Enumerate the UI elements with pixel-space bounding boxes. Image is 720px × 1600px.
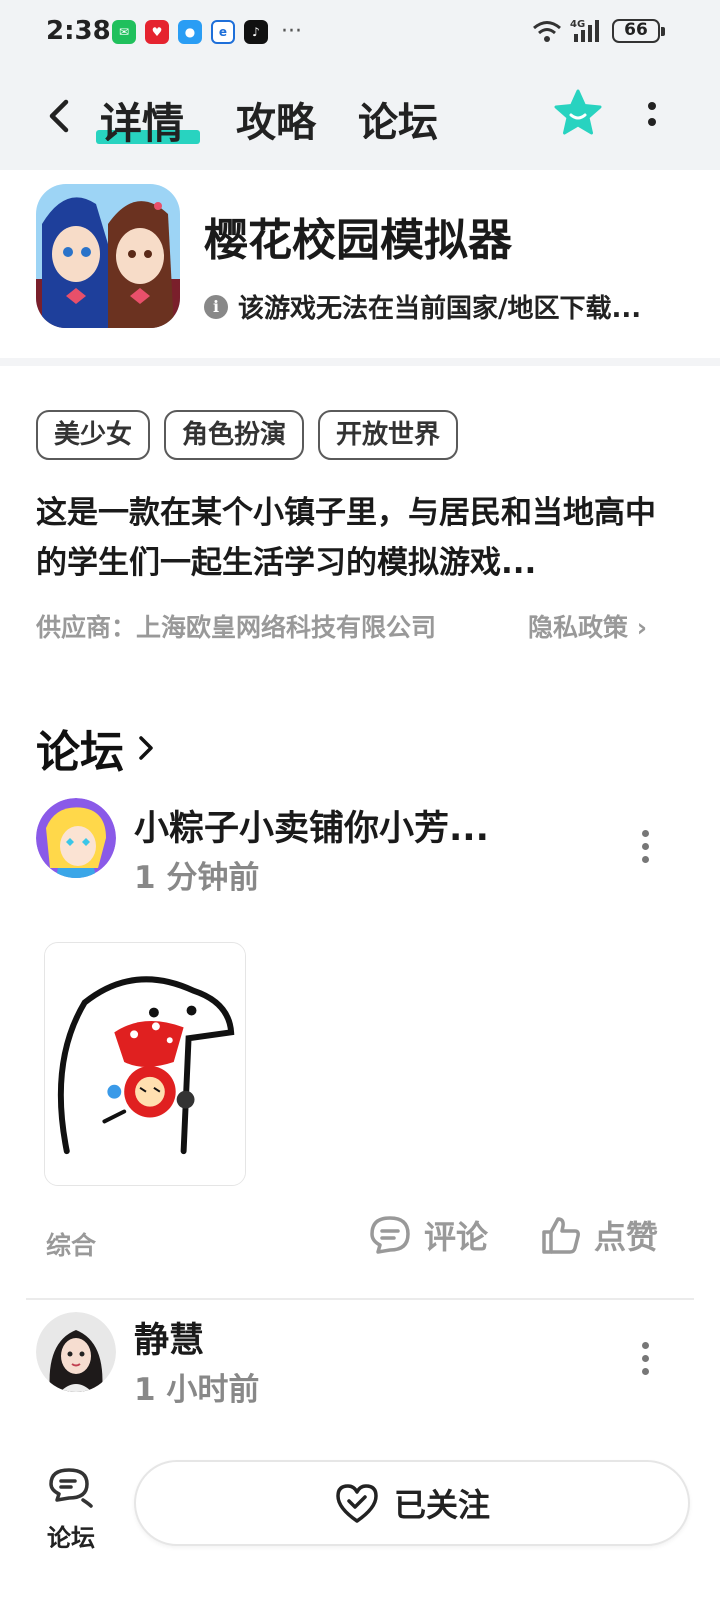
favorite-star-icon[interactable] — [552, 88, 604, 140]
top-nav: 详情 攻略 论坛 — [0, 64, 720, 170]
tag-open-world[interactable]: 开放世界 — [318, 410, 459, 460]
like-button[interactable]: 点赞 — [540, 1212, 658, 1258]
post-divider — [26, 1298, 694, 1300]
post-image[interactable] — [44, 942, 246, 1186]
comment-label: 评论 — [424, 1218, 489, 1256]
post-timestamp: 1 分钟前 — [134, 860, 260, 896]
follow-label: 已关注 — [393, 1486, 490, 1524]
wechat-icon: ✉ — [112, 20, 136, 44]
forum-chat-icon — [49, 1468, 93, 1508]
region-notice-text: 该游戏无法在当前国家/地区下载... — [238, 294, 642, 324]
forum-nav-button[interactable]: 论坛 — [36, 1466, 106, 1553]
post-author-name[interactable]: 小粽子小卖铺你小芳... — [134, 800, 489, 851]
tag-role-playing[interactable]: 角色扮演 — [164, 410, 305, 460]
avatar[interactable] — [36, 798, 116, 878]
post-author-name[interactable]: 静慧 — [134, 1312, 204, 1363]
app-icon: ♥ — [145, 20, 169, 44]
chevron-right-icon: › — [636, 613, 648, 642]
signal-icon: 4G — [570, 19, 599, 42]
tab-forum[interactable]: 论坛 — [358, 90, 438, 148]
status-app-icons: ✉ ♥ ● e ♪ ··· — [112, 20, 302, 44]
post-category: 综合 — [46, 1231, 97, 1260]
avatar[interactable] — [36, 1312, 116, 1392]
info-icon: i — [204, 294, 228, 319]
wifi-icon — [533, 21, 561, 42]
region-notice: i 该游戏无法在当前国家/地区下载... — [204, 288, 641, 325]
post-more-button[interactable] — [640, 830, 650, 864]
status-bar: 2:38 ✉ ♥ ● e ♪ ··· 4G 66 — [0, 0, 720, 64]
section-divider — [0, 358, 720, 366]
like-label: 点赞 — [594, 1218, 659, 1256]
bottom-action-bar: 论坛 已关注 — [0, 1440, 720, 1600]
battery-indicator: 66 — [612, 19, 665, 43]
tab-guides[interactable]: 攻略 — [236, 90, 316, 148]
tab-details[interactable]: 详情 — [100, 90, 184, 151]
game-title: 樱花校园模拟器 — [204, 215, 512, 266]
browser-icon: e — [211, 20, 235, 44]
supplier-info: 供应商：上海欧皇网络科技有限公司 — [36, 613, 437, 642]
tag-pretty-girls[interactable]: 美少女 — [36, 410, 151, 460]
forum-heading-label: 论坛 — [36, 727, 124, 778]
comment-button[interactable]: 评论 — [368, 1212, 488, 1258]
privacy-policy-link[interactable]: 隐私政策 › — [528, 608, 647, 644]
more-notifications-icon: ··· — [281, 19, 302, 44]
status-right: 4G 66 — [532, 18, 665, 44]
game-icon — [36, 184, 180, 328]
comment-icon — [370, 1216, 410, 1254]
status-time: 2:38 — [46, 16, 111, 46]
tiktok-icon: ♪ — [244, 20, 268, 44]
post-more-button[interactable] — [640, 1342, 650, 1376]
network-label: 4G — [570, 19, 585, 30]
back-button[interactable] — [40, 94, 80, 138]
privacy-policy-label: 隐私政策 — [528, 613, 629, 642]
follow-button[interactable]: 已关注 — [134, 1460, 690, 1546]
forum-nav-label: 论坛 — [47, 1524, 95, 1552]
chevron-right-icon — [139, 736, 153, 760]
message-icon: ● — [178, 20, 202, 44]
game-header: 樱花校园模拟器 i 该游戏无法在当前国家/地区下载... — [0, 170, 720, 358]
genre-tags: 美少女 角色扮演 开放世界 — [36, 410, 459, 460]
more-options-button[interactable] — [644, 102, 660, 134]
post-timestamp: 1 小时前 — [134, 1372, 260, 1408]
heart-check-icon — [336, 1484, 378, 1523]
forum-section-heading[interactable]: 论坛 — [36, 716, 156, 780]
thumbs-up-icon — [542, 1217, 580, 1254]
game-description[interactable]: 这是一款在某个小镇子里，与居民和当地高中的学生们一起生活学习的模拟游戏... — [36, 488, 686, 588]
